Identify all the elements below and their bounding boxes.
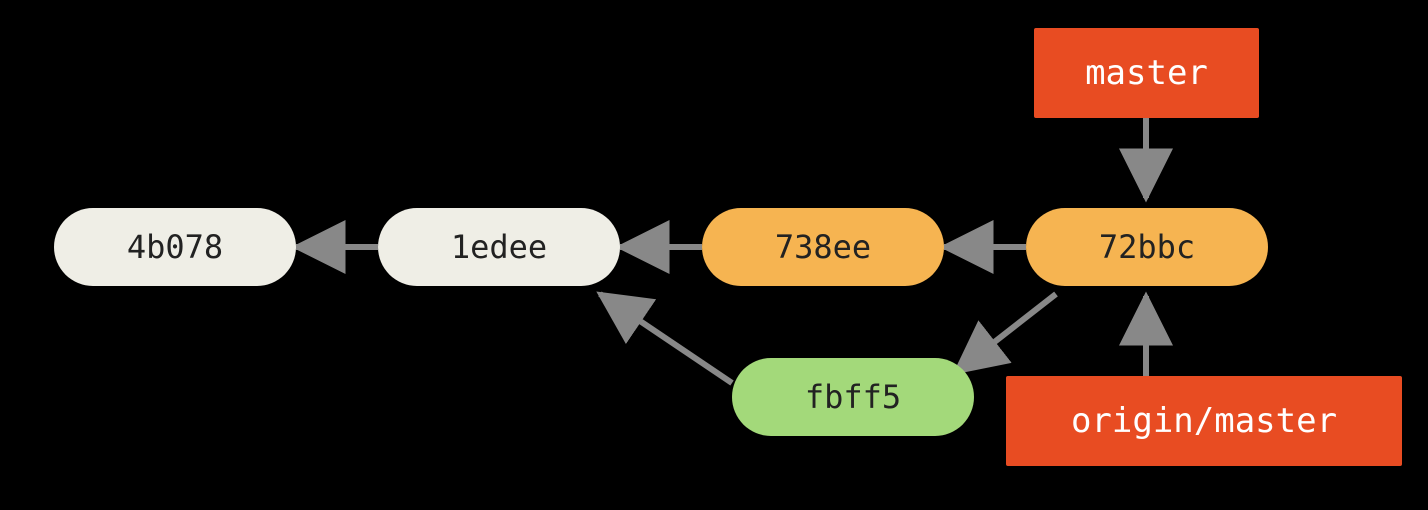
commit-node-738ee: 738ee [702,208,944,286]
commit-hash: fbff5 [805,378,901,416]
ref-origin-master: origin/master [1006,376,1402,466]
ref-label: origin/master [1071,401,1337,441]
commit-hash: 72bbc [1099,228,1195,266]
commit-node-1edee: 1edee [378,208,620,286]
edge-fbff5-to-1edee [600,294,732,383]
commit-node-4b078: 4b078 [54,208,296,286]
commit-hash: 1edee [451,228,547,266]
edge-72bbc-to-fbff5 [956,294,1056,372]
git-graph-canvas: 4b078 1edee 738ee 72bbc fbff5 master ori… [0,0,1428,510]
commit-hash: 4b078 [127,228,223,266]
ref-label: master [1085,53,1208,93]
ref-master: master [1034,28,1259,118]
commit-node-fbff5: fbff5 [732,358,974,436]
commit-hash: 738ee [775,228,871,266]
commit-node-72bbc: 72bbc [1026,208,1268,286]
